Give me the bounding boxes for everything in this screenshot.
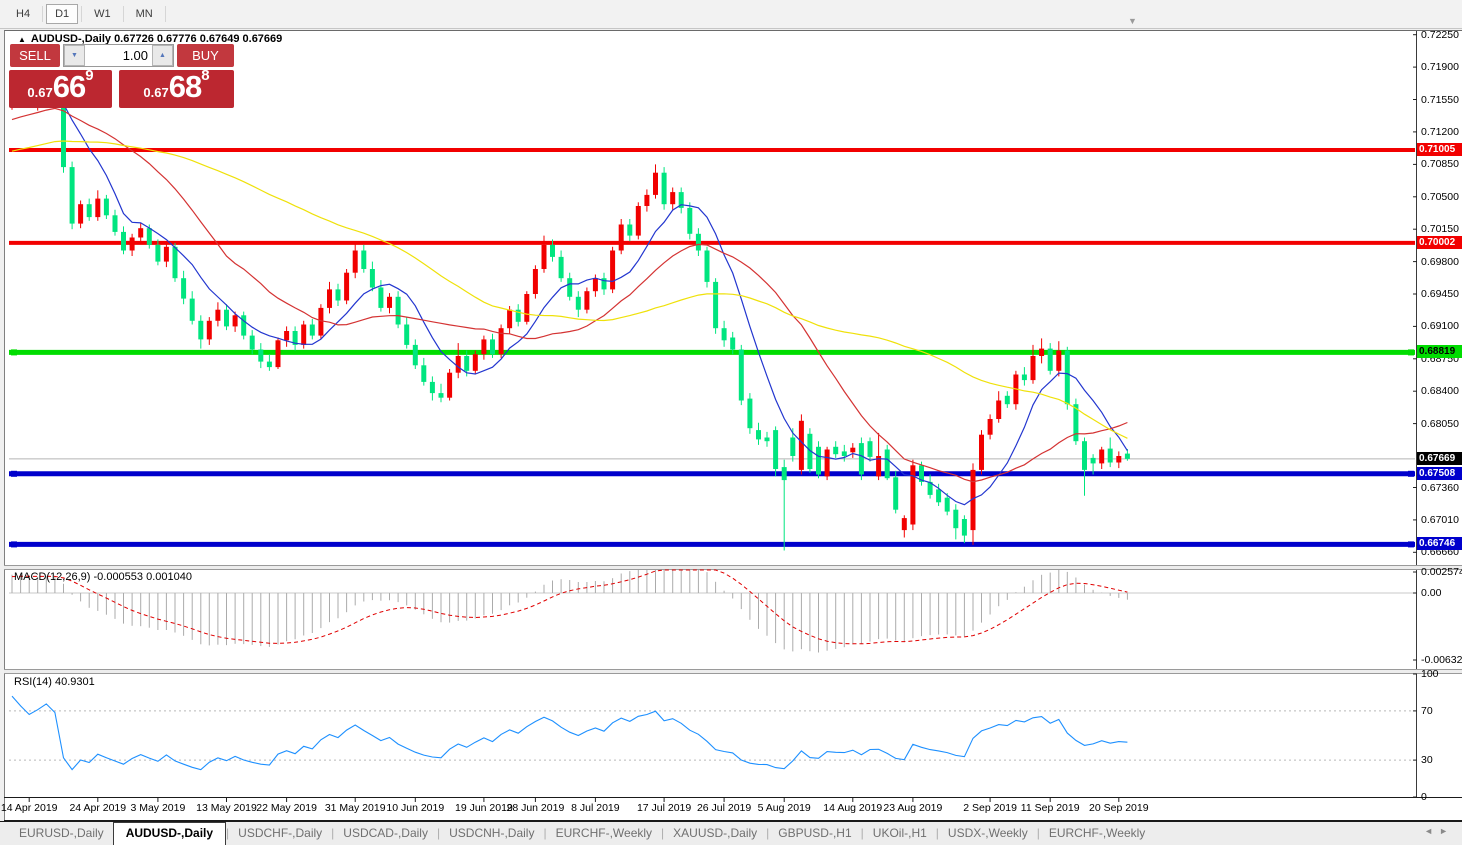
- rsi-indicator-label: RSI(14) 40.9301: [14, 676, 95, 688]
- date-axis-label: 10 Jun 2019: [386, 802, 445, 814]
- price-chart-canvas: [4, 31, 1462, 821]
- tab-eurusd-daily[interactable]: EURUSD-,Daily: [10, 822, 113, 845]
- sell-price-button[interactable]: 0.67669: [9, 67, 112, 108]
- price-axis-label: 0.71900: [1421, 61, 1459, 74]
- volume-increase-button[interactable]: ▲: [152, 45, 173, 66]
- price-axis-label: 0.67010: [1421, 513, 1459, 526]
- rsi-axis-label: 70: [1421, 704, 1433, 717]
- tab-xauusd-daily[interactable]: XAUUSD-,Daily: [664, 822, 766, 845]
- buy-price-big: 68: [168, 69, 202, 104]
- symbol-marker-icon: ▲: [18, 35, 26, 44]
- rsi-axis-label: 30: [1421, 754, 1433, 767]
- buy-price-prefix: 0.67: [143, 85, 169, 100]
- tab-scroll-right-icon[interactable]: ►: [1439, 826, 1454, 836]
- tab-gbpusd-h1[interactable]: GBPUSD-,H1: [769, 822, 860, 845]
- chevron-up-icon: ▲: [159, 52, 166, 59]
- chart-tabs-bar: EURUSD-,Daily AUDUSD-,Daily | USDCHF-,Daily…: [0, 821, 1462, 845]
- price-axis-label: 0.70850: [1421, 158, 1459, 171]
- macd-axis-label: 0.00: [1421, 587, 1442, 599]
- price-axis-label: 0.72250: [1421, 28, 1459, 41]
- tab-usdx-weekly[interactable]: USDX-,Weekly: [939, 822, 1037, 845]
- price-axis-label: 0.70500: [1421, 190, 1459, 203]
- date-axis-label: 22 May 2019: [256, 802, 317, 814]
- macd-indicator-label: MACD(12,26,9) -0.000553 0.001040: [14, 571, 192, 583]
- macd-name: MACD(12,26,9): [14, 571, 91, 583]
- volume-spinner: ▼ ▲: [63, 44, 174, 67]
- tab-usdchf-daily[interactable]: USDCHF-,Daily: [229, 822, 331, 845]
- date-axis-label: 23 Aug 2019: [883, 802, 943, 814]
- date-axis-label: 5 Aug 2019: [757, 802, 811, 814]
- macd-axis-label: -0.006326: [1421, 654, 1462, 666]
- tab-usdcad-daily[interactable]: USDCAD-,Daily: [334, 822, 437, 845]
- price-axis-label: 0.68400: [1421, 385, 1459, 398]
- price-axis-label: 0.70150: [1421, 223, 1459, 236]
- tab-eurchf-weekly[interactable]: EURCHF-,Weekly: [1040, 822, 1154, 845]
- price-axis-label: 0.69450: [1421, 288, 1459, 300]
- sell-price-big: 66: [52, 69, 86, 104]
- hline-handle[interactable]: [1408, 541, 1414, 548]
- rsi-axis-label: 100: [1421, 668, 1439, 680]
- macd-values: -0.000553 0.001040: [93, 571, 192, 583]
- price-level-badge: 0.68819: [1417, 345, 1462, 359]
- volume-decrease-button[interactable]: ▼: [64, 45, 85, 66]
- chevron-down-icon: ▼: [71, 52, 78, 59]
- buy-price-button[interactable]: 0.67688: [119, 67, 234, 108]
- sell-button[interactable]: SELL: [10, 44, 60, 67]
- date-axis-label: 8 Jul 2019: [571, 802, 620, 814]
- date-axis-label: 11 Sep 2019: [1020, 802, 1080, 814]
- rsi-line: [11, 695, 1128, 771]
- hline-handle[interactable]: [1408, 349, 1414, 356]
- tab-eurchf-weekly[interactable]: EURCHF-,Weekly: [547, 822, 661, 845]
- one-click-trading-panel: SELL ▼ ▲ BUY 0.67669 0.67688: [9, 44, 235, 109]
- macd-axis-label: 0.002574: [1421, 566, 1462, 578]
- tab-usdcnh-daily[interactable]: USDCNH-,Daily: [440, 822, 543, 845]
- date-axis-label: 14 Apr 2019: [0, 802, 58, 814]
- tab-scroll-left-icon[interactable]: ◄: [1424, 826, 1439, 836]
- buy-price-pip: 8: [201, 67, 210, 84]
- price-axis-label: 0.68050: [1421, 417, 1459, 430]
- sell-price-pip: 9: [85, 67, 94, 84]
- date-axis-label: 20 Sep 2019: [1089, 802, 1149, 814]
- price-axis-label: 0.69800: [1421, 255, 1459, 268]
- price-axis-label: 0.71550: [1421, 93, 1459, 106]
- price-level-badge: 0.71005: [1417, 143, 1462, 156]
- price-level-badge: 0.66746: [1417, 537, 1462, 551]
- date-axis-label: 3 May 2019: [130, 802, 186, 814]
- price-level-badge: 0.67669: [1417, 451, 1462, 465]
- hline-handle[interactable]: [11, 470, 17, 477]
- hline-handle[interactable]: [1408, 470, 1414, 477]
- price-level-badge: 0.67508: [1417, 466, 1462, 480]
- hline-handle[interactable]: [11, 349, 17, 356]
- price-axis-label: 0.69100: [1421, 320, 1459, 333]
- rsi-name: RSI(14): [14, 676, 52, 688]
- rsi-value: 40.9301: [54, 676, 95, 688]
- tab-audusd-daily[interactable]: AUDUSD-,Daily: [112, 822, 227, 845]
- volume-input[interactable]: [85, 45, 152, 66]
- tab-ukoil-h1[interactable]: UKOil-,H1: [864, 822, 936, 845]
- hline-handle[interactable]: [11, 541, 17, 548]
- price-level-badge: 0.70002: [1417, 235, 1462, 249]
- tab-scroll-arrows: ◄►: [1424, 826, 1454, 836]
- price-axis-label: 0.71200: [1421, 125, 1459, 138]
- price-axis-label: 0.67360: [1421, 481, 1459, 494]
- rsi-axis-label: 0: [1421, 791, 1427, 803]
- buy-button[interactable]: BUY: [177, 44, 234, 67]
- sell-price-prefix: 0.67: [27, 85, 53, 100]
